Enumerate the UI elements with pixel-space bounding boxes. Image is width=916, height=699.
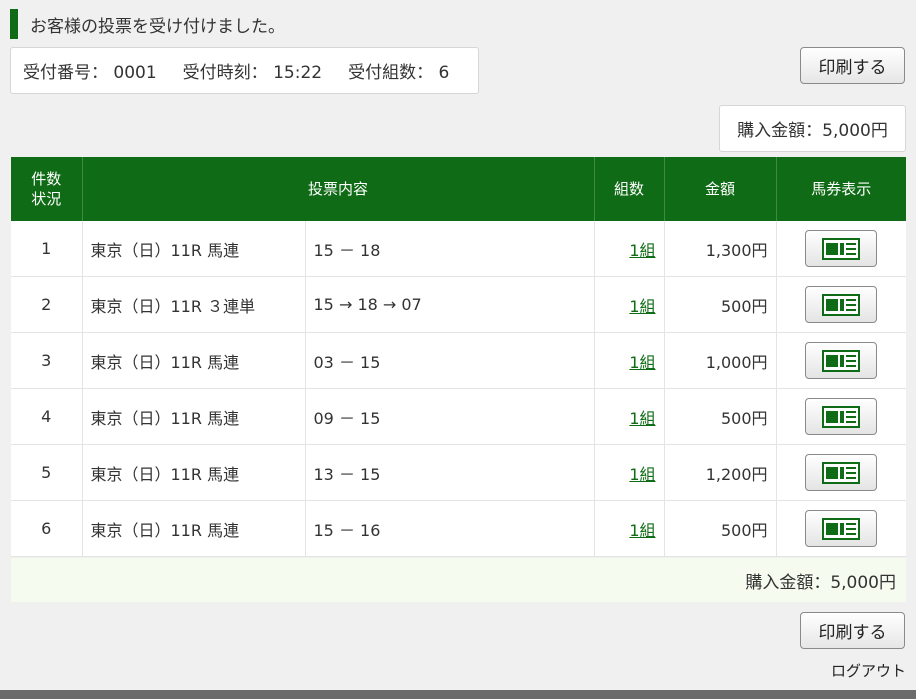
receipt-time-label: 受付時刻： xyxy=(182,63,268,83)
row-race: 東京（日）11R 馬連 xyxy=(82,500,306,557)
page-message: お客様の投票を受け付けました。 xyxy=(10,9,285,39)
purchase-total-value: 5,000円 xyxy=(830,572,896,593)
row-sets: 1組 xyxy=(594,444,665,501)
receipt-number-value: 0001 xyxy=(113,63,157,83)
ticket-view-button[interactable] xyxy=(805,398,878,435)
header-no: 件数 xyxy=(31,170,62,188)
row-amount: 500円 xyxy=(664,500,777,557)
row-race: 東京（日）11R 馬連 xyxy=(82,332,306,389)
row-no: 2 xyxy=(11,276,83,333)
table-header-row: 件数 状況 投票内容 組数 金額 馬券表示 xyxy=(11,157,907,221)
receipt-number-label: 受付番号： xyxy=(23,63,108,83)
row-ticket xyxy=(776,444,907,501)
row-selection: 13 － 15 xyxy=(305,444,595,501)
table-row: 4 東京（日）11R 馬連 09 － 15 1組 500円 xyxy=(11,388,907,445)
row-sets-link[interactable]: 1組 xyxy=(629,241,655,260)
row-selection: 15 → 18 → 07 xyxy=(305,276,595,333)
purchase-total-label: 購入金額： xyxy=(737,121,823,141)
receipt-info: 受付番号： 0001 受付時刻： 15:22 受付組数： 6 xyxy=(10,47,479,94)
receipt-sets-value: 6 xyxy=(438,63,450,83)
row-sets-link[interactable]: 1組 xyxy=(629,297,655,316)
footer-bar xyxy=(0,690,916,699)
receipt-sets: 受付組数： 6 xyxy=(348,58,449,83)
header-ticket: 馬券表示 xyxy=(776,157,907,221)
header-no-status: 件数 状況 xyxy=(11,157,83,221)
header-content: 投票内容 xyxy=(82,157,595,221)
page-message-text: お客様の投票を受け付けました。 xyxy=(30,16,285,37)
row-amount: 500円 xyxy=(664,276,777,333)
header-status: 状況 xyxy=(31,190,62,208)
row-sets: 1組 xyxy=(594,332,665,389)
ticket-icon xyxy=(822,237,861,260)
purchase-total-bottom: 購入金額： 5,000円 xyxy=(11,558,906,602)
purchase-total-value: 5,000円 xyxy=(822,121,888,141)
ticket-view-button[interactable] xyxy=(805,510,878,547)
row-sets: 1組 xyxy=(594,500,665,557)
row-race: 東京（日）11R ３連単 xyxy=(82,276,306,333)
row-sets: 1組 xyxy=(594,388,665,445)
logout-link[interactable]: ログアウト xyxy=(831,660,906,681)
row-selection: 03 － 15 xyxy=(305,332,595,389)
ticket-view-button[interactable] xyxy=(805,230,878,267)
row-amount: 1,300円 xyxy=(664,221,777,277)
print-button-bottom[interactable]: 印刷する xyxy=(800,612,905,649)
row-amount: 500円 xyxy=(664,388,777,445)
print-button-top[interactable]: 印刷する xyxy=(800,47,905,84)
row-no: 1 xyxy=(11,221,83,277)
row-sets-link[interactable]: 1組 xyxy=(629,521,655,540)
table-row: 5 東京（日）11R 馬連 13 － 15 1組 1,200円 xyxy=(11,444,907,501)
ticket-icon xyxy=(822,293,861,316)
table-row: 3 東京（日）11R 馬連 03 － 15 1組 1,000円 xyxy=(11,332,907,389)
row-sets: 1組 xyxy=(594,276,665,333)
row-selection: 15 － 18 xyxy=(305,221,595,277)
ticket-icon xyxy=(822,405,861,428)
ticket-view-button[interactable] xyxy=(805,454,878,491)
row-no: 6 xyxy=(11,500,83,557)
receipt-number: 受付番号： 0001 xyxy=(23,58,157,83)
header-amount: 金額 xyxy=(664,157,777,221)
purchase-total-top: 購入金額： 5,000円 xyxy=(719,105,906,152)
ticket-icon xyxy=(822,461,861,484)
table-row: 6 東京（日）11R 馬連 15 － 16 1組 500円 xyxy=(11,500,907,557)
bet-table-body: 1 東京（日）11R 馬連 15 － 18 1組 1,300円 2 東京（日）1… xyxy=(11,221,907,557)
row-ticket xyxy=(776,221,907,277)
row-ticket xyxy=(776,500,907,557)
bet-table: 件数 状況 投票内容 組数 金額 馬券表示 1 東京（日）11R 馬連 15 －… xyxy=(11,157,907,557)
row-no: 4 xyxy=(11,388,83,445)
ticket-icon xyxy=(822,349,861,372)
row-amount: 1,200円 xyxy=(664,444,777,501)
row-sets-link[interactable]: 1組 xyxy=(629,353,655,372)
row-race: 東京（日）11R 馬連 xyxy=(82,444,306,501)
row-sets: 1組 xyxy=(594,221,665,277)
receipt-time: 受付時刻： 15:22 xyxy=(183,58,322,83)
table-row: 2 東京（日）11R ３連単 15 → 18 → 07 1組 500円 xyxy=(11,276,907,333)
row-race: 東京（日）11R 馬連 xyxy=(82,388,306,445)
row-sets-link[interactable]: 1組 xyxy=(629,465,655,484)
row-selection: 15 － 16 xyxy=(305,500,595,557)
row-no: 3 xyxy=(11,332,83,389)
row-amount: 1,000円 xyxy=(664,332,777,389)
row-ticket xyxy=(776,276,907,333)
row-ticket xyxy=(776,388,907,445)
table-row: 1 東京（日）11R 馬連 15 － 18 1組 1,300円 xyxy=(11,221,907,277)
ticket-icon xyxy=(822,517,861,540)
receipt-time-value: 15:22 xyxy=(273,63,323,83)
ticket-view-button[interactable] xyxy=(805,286,878,323)
header-sets: 組数 xyxy=(594,157,665,221)
ticket-view-button[interactable] xyxy=(805,342,878,379)
purchase-total-label: 購入金額： xyxy=(745,572,831,593)
row-race: 東京（日）11R 馬連 xyxy=(82,221,306,277)
row-sets-link[interactable]: 1組 xyxy=(629,409,655,428)
row-ticket xyxy=(776,332,907,389)
row-selection: 09 － 15 xyxy=(305,388,595,445)
title-marker xyxy=(10,9,18,39)
row-no: 5 xyxy=(11,444,83,501)
receipt-sets-label: 受付組数： xyxy=(348,63,434,83)
